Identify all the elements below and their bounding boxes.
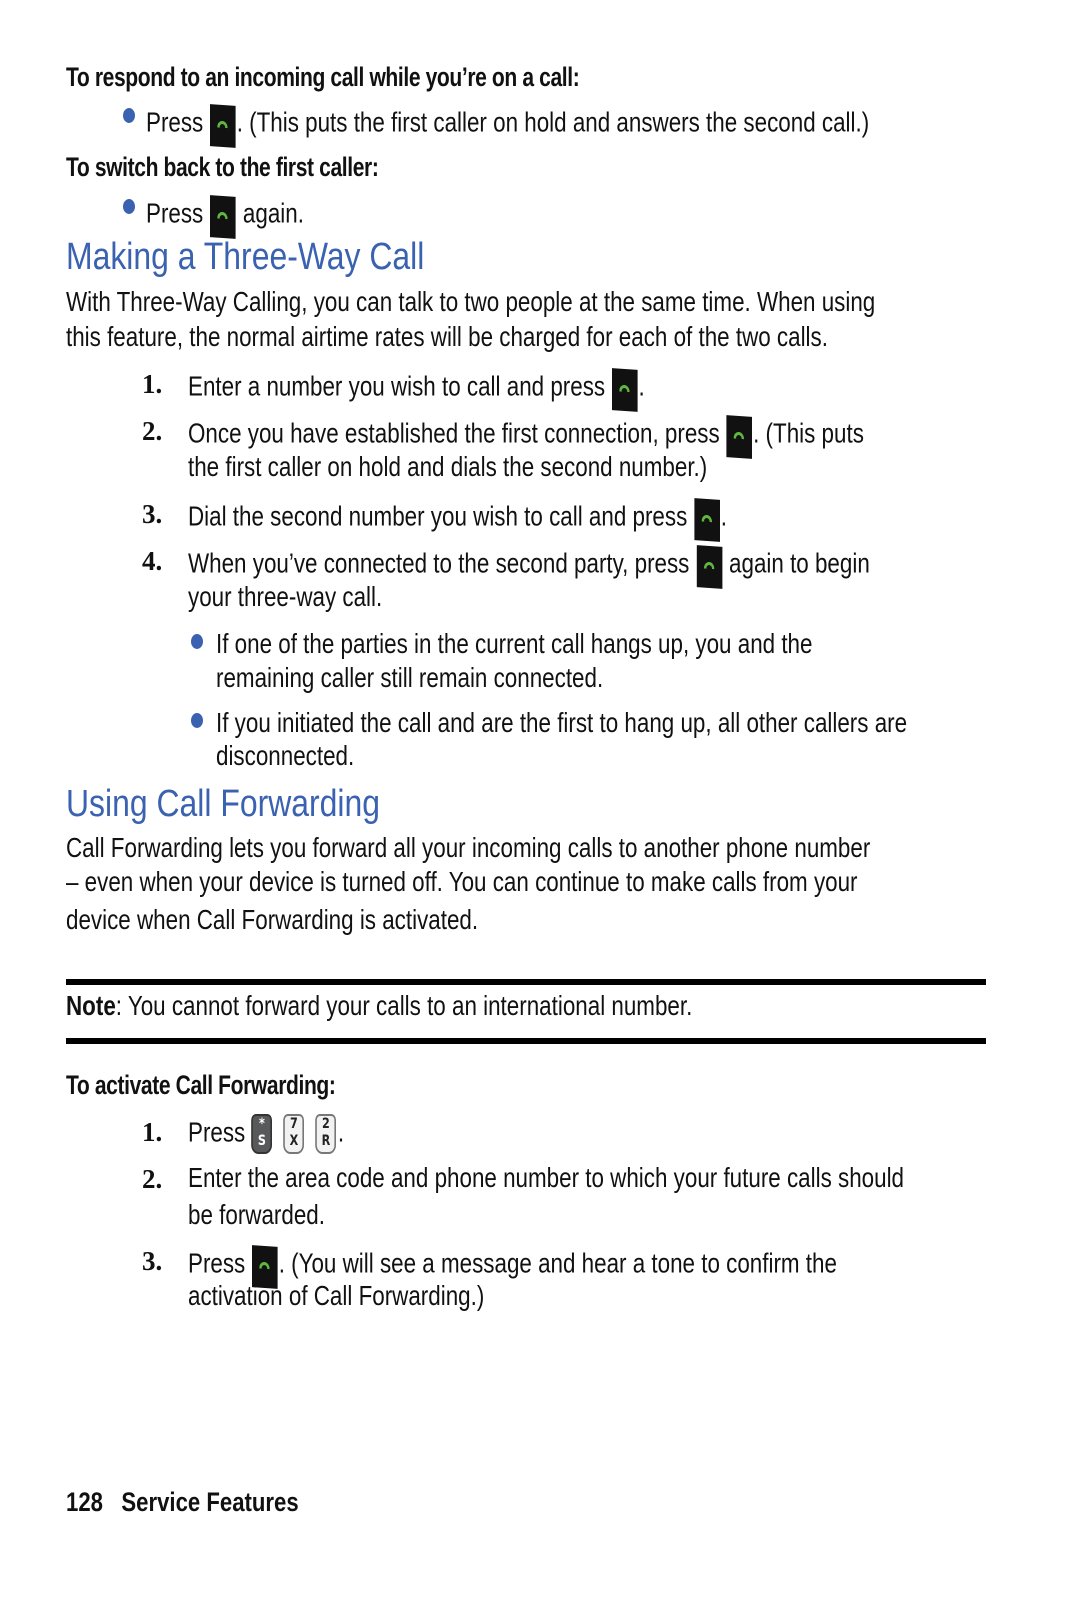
note-top-rule [66, 979, 986, 985]
paragraph-line: With Three-Way Calling, you can talk to … [66, 286, 876, 317]
talk-key-icon [694, 498, 720, 542]
step-text: Enter the area code and phone number to … [188, 1162, 905, 1193]
bullet-icon [123, 108, 135, 123]
step-text: Once you have established the first conn… [188, 414, 1033, 459]
bullet-text: again. [242, 197, 304, 229]
talk-key-icon [210, 195, 236, 239]
note-bottom-rule [66, 1038, 986, 1044]
step-number: 3. [142, 499, 163, 529]
two-key-icon: 2R [315, 1114, 337, 1154]
step-number: 1. [142, 369, 163, 399]
paragraph-line: Call Forwarding lets you forward all you… [66, 832, 871, 863]
note-bullet-text: If you initiated the call and are the fi… [216, 707, 908, 738]
note-text: : You cannot forward your calls to an in… [115, 990, 693, 1021]
step-text-continued: be forwarded. [188, 1199, 325, 1230]
section-name: Service Features [121, 1487, 299, 1517]
bullet-text: Press [146, 106, 204, 138]
step-text-continued: your three-way call. [188, 581, 383, 612]
subheading-respond: To respond to an incoming call while you… [66, 62, 580, 92]
section-title-call-forwarding: Using Call Forwarding [66, 783, 381, 825]
note-bullet-text: remaining caller still remain connected. [216, 662, 604, 693]
bullet-text: Press [146, 197, 204, 229]
step-text: Dial the second number you wish to call … [188, 497, 862, 542]
note-bullet-text: If one of the parties in the current cal… [216, 628, 813, 659]
bullet-icon [191, 634, 203, 649]
bullet-text: . (This puts the first caller on hold an… [236, 106, 870, 138]
bullet-icon [191, 713, 203, 728]
note: Note: You cannot forward your calls to a… [66, 990, 849, 1022]
step-text: When you’ve connected to the second part… [188, 544, 1040, 589]
step-number: 1. [142, 1117, 163, 1147]
page-number: 128 [66, 1487, 103, 1517]
section-title-three-way: Making a Three-Way Call [66, 236, 425, 278]
note-label: Note [66, 990, 116, 1021]
paragraph-line: this feature, the normal airtime rates w… [66, 321, 828, 352]
step-text-continued: the first caller on hold and dials the s… [188, 451, 708, 482]
step-text: Press * S 7 X 2 R. [188, 1114, 383, 1154]
talk-key-icon [210, 104, 236, 148]
step-number: 4. [142, 546, 163, 576]
paragraph-line: device when Call Forwarding is activated… [66, 904, 479, 935]
step-number: 2. [142, 1164, 163, 1194]
seven-key-icon: 7X [283, 1114, 305, 1154]
page-footer: 128 Service Features [66, 1487, 350, 1518]
talk-key-icon [612, 368, 638, 412]
bullet-respond: Press . (This puts the first caller on h… [146, 103, 1050, 148]
subheading-switch-back: To switch back to the first caller: [66, 152, 379, 182]
bullet-switch-back: Press again. [146, 194, 343, 239]
subheading-activate: To activate Call Forwarding: [66, 1070, 336, 1100]
step-number: 3. [142, 1246, 163, 1276]
step-text: Enter a number you wish to call and pres… [188, 367, 759, 412]
talk-key-icon [696, 545, 723, 589]
step-number: 2. [142, 416, 163, 446]
step-text-continued: activation of Call Forwarding.) [188, 1280, 485, 1311]
note-bullet-text: disconnected. [216, 740, 355, 771]
paragraph-line: – even when your device is turned off. Y… [66, 866, 858, 897]
star-key-icon: * S [251, 1114, 273, 1154]
bullet-icon [123, 199, 135, 214]
